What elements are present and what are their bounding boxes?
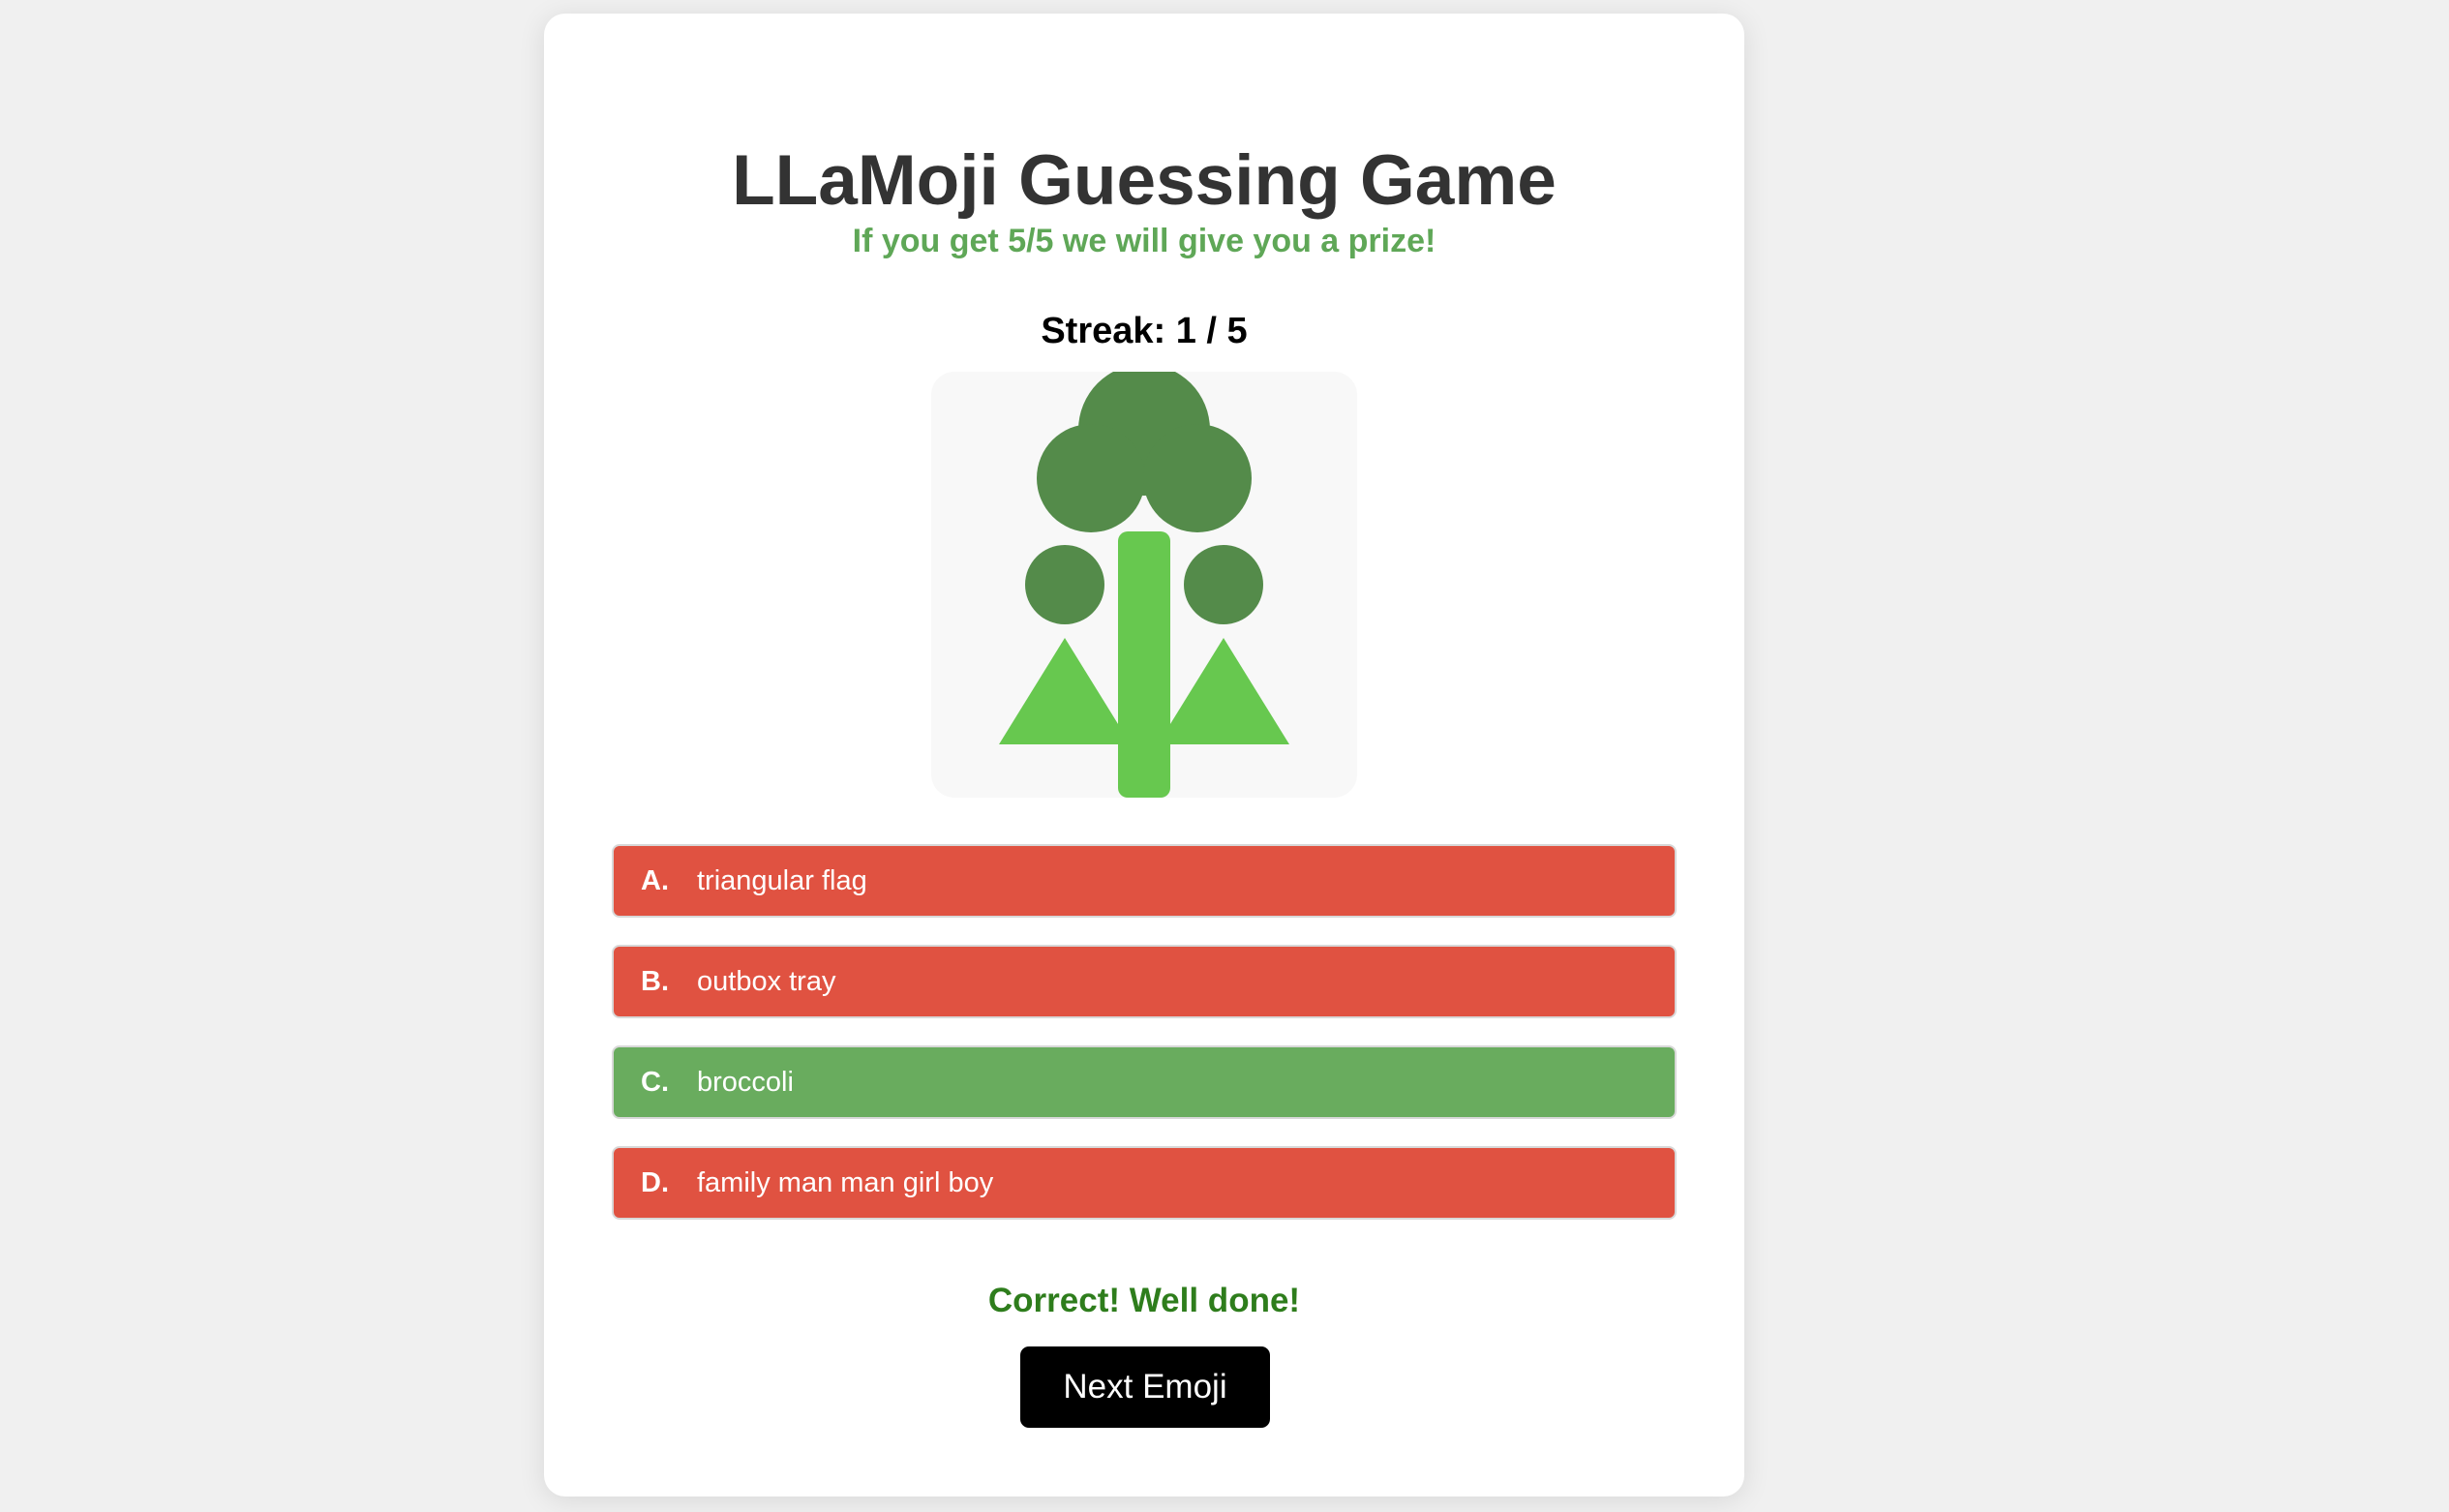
option-text: broccoli [697,1067,794,1098]
option-letter: B. [641,966,669,997]
option-text: family man man girl boy [697,1167,994,1198]
broccoli-left-floret [1037,424,1145,532]
option-letter: C. [641,1067,669,1098]
feedback-message: Correct! Well done! [987,1282,1301,1319]
game-card: LLaMoji Guessing Game If you get 5/5 we … [544,14,1744,1497]
broccoli-left-leaf [999,638,1131,744]
option-letter: D. [641,1167,669,1198]
option-text: triangular flag [697,865,867,896]
broccoli-small-right-floret [1184,545,1263,624]
prize-subtitle: If you get 5/5 we will give you a prize! [852,223,1436,259]
broccoli-small-left-floret [1025,545,1104,624]
option-b-button[interactable]: B. outbox tray [612,945,1677,1018]
broccoli-right-leaf [1158,638,1289,744]
broccoli-icon [999,372,1289,798]
answer-options: A. triangular flag B. outbox tray C. bro… [612,844,1677,1247]
option-letter: A. [641,865,669,896]
option-text: outbox tray [697,966,836,997]
broccoli-right-floret [1143,424,1252,532]
streak-counter: Streak: 1 / 5 [1041,311,1248,351]
option-c-button[interactable]: C. broccoli [612,1045,1677,1119]
option-a-button[interactable]: A. triangular flag [612,844,1677,918]
next-emoji-button[interactable]: Next Emoji [1020,1346,1270,1428]
emoji-display [931,372,1357,798]
option-d-button[interactable]: D. family man man girl boy [612,1146,1677,1220]
broccoli-stem [1118,531,1170,798]
